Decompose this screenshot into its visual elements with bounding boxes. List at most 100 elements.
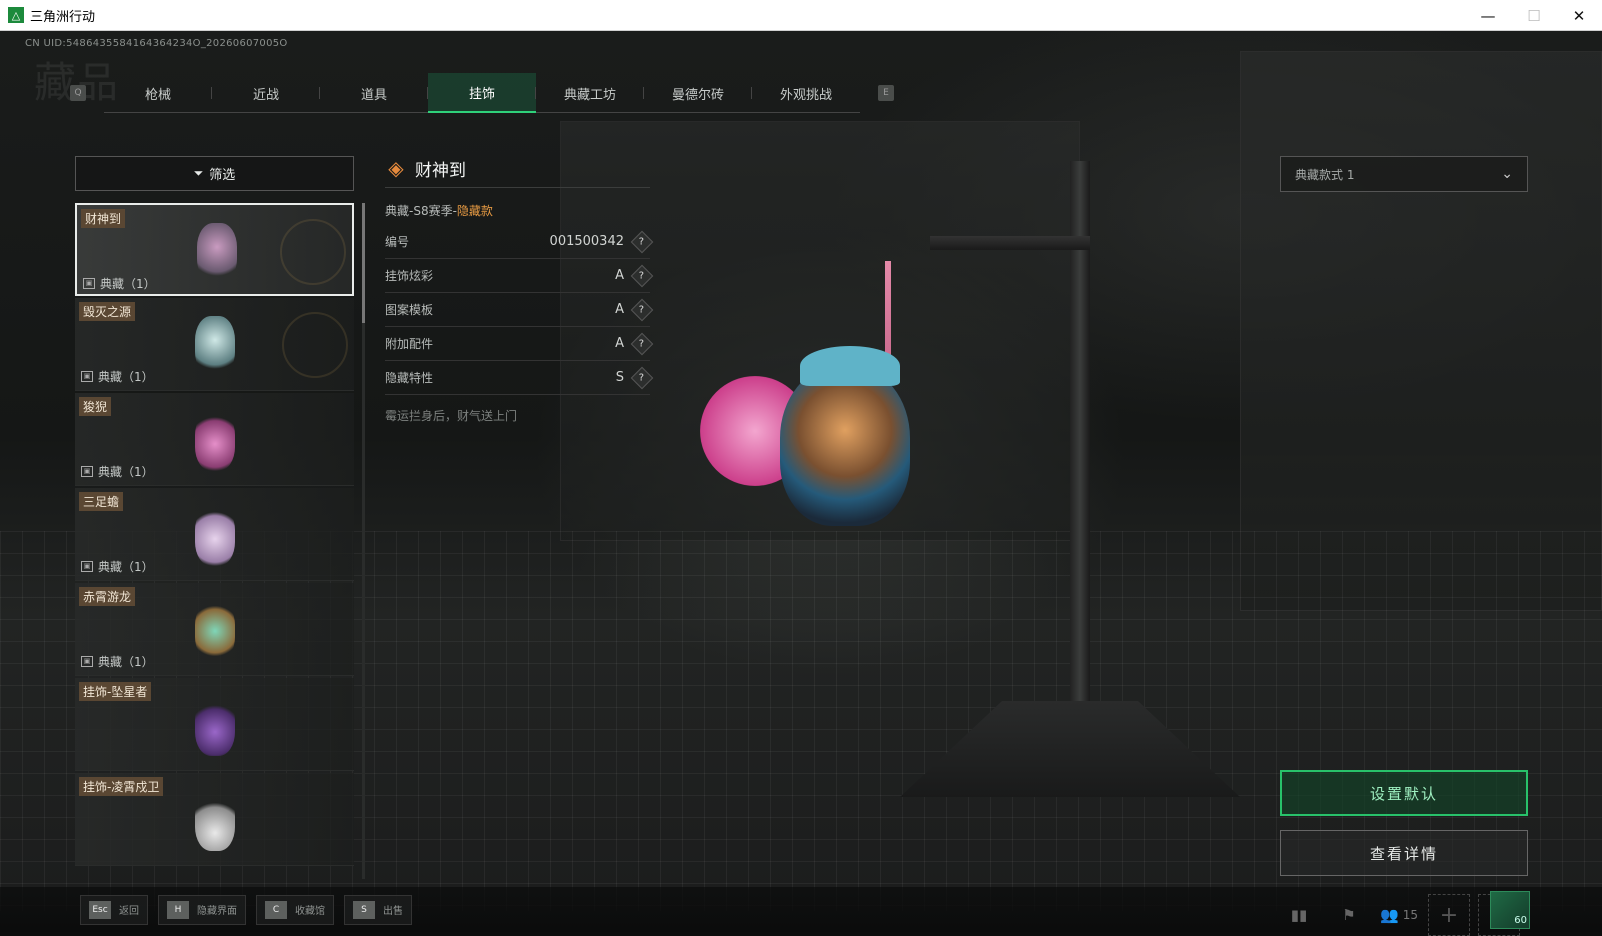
item-name: 狻猊 <box>79 397 112 416</box>
divider <box>385 187 650 188</box>
hint-label: 出售 <box>383 906 403 917</box>
item-thumbnail <box>195 506 235 566</box>
stat-value: A <box>615 268 624 283</box>
tab-guns[interactable]: 枪械 <box>104 73 212 113</box>
tab-row: 枪械 近战 道具 挂饰 典藏工坊 曼德尔砖 外观挑战 <box>104 73 860 113</box>
tab-appearance-challenge[interactable]: 外观挑战 <box>752 73 860 113</box>
item-tag-label: 典藏（1） <box>100 277 156 291</box>
stat-label: 隐藏特性 <box>385 371 434 385</box>
rarity-diamond-icon: ◈ <box>388 156 404 180</box>
uid-text: CN UID:5486435584164364234O_20260607005O <box>25 38 288 49</box>
detail-panel: ◈ 财神到 典藏-S8赛季-隐藏款 编号 001500342 ? 挂饰炫彩 A … <box>385 151 654 424</box>
item-emblem-icon <box>280 219 346 285</box>
avatar[interactable]: 60 <box>1490 891 1530 929</box>
stat-label: 编号 <box>385 235 410 249</box>
list-item[interactable]: 毁灭之源 ▣ 典藏（1） <box>75 298 354 391</box>
stat-value: 001500342 <box>549 234 624 249</box>
friends-icon[interactable]: 👥 15 <box>1378 900 1420 930</box>
minimize-button[interactable]: — <box>1465 0 1511 31</box>
list-item[interactable]: 赤霄游龙 ▣ 典藏（1） <box>75 583 354 676</box>
help-icon[interactable]: ? <box>630 230 654 253</box>
tab-next-key[interactable]: E <box>878 85 894 101</box>
window-title: 三角洲行动 <box>30 9 96 25</box>
hint-label: 收藏馆 <box>295 906 325 917</box>
list-item[interactable]: 三足蟾 ▣ 典藏（1） <box>75 488 354 581</box>
item-name: 赤霄游龙 <box>79 587 136 606</box>
detail-title: 财神到 <box>415 160 466 181</box>
stat-row: 图案模板 A ? <box>385 293 654 327</box>
tab-melee[interactable]: 近战 <box>212 73 320 113</box>
image-icon: ▣ <box>81 656 93 667</box>
tab-prev-key[interactable]: Q <box>70 85 86 101</box>
tab-items[interactable]: 道具 <box>320 73 428 113</box>
display-stand-arm <box>930 236 1090 250</box>
charm-hat <box>800 346 900 386</box>
hint-hide-ui[interactable]: H 隐藏界面 <box>158 894 246 925</box>
stat-value: S <box>615 370 624 385</box>
item-thumbnail <box>195 791 235 851</box>
item-tag-label: 典藏（1） <box>98 370 154 384</box>
tab-workshop[interactable]: 典藏工坊 <box>536 73 644 113</box>
stats-chart-icon[interactable]: ▮▮ <box>1278 900 1320 930</box>
game-window: △ 三角洲行动 — ☐ ✕ CN UID:5486435584164364234… <box>0 0 1602 936</box>
add-slot-button[interactable]: + <box>1428 894 1470 936</box>
system-icons: ▮▮ ⚑ 👥15 + + <box>1278 894 1520 936</box>
hint-collection[interactable]: C 收藏馆 <box>256 894 334 925</box>
stat-value: A <box>615 336 624 351</box>
variant-value: 典藏款式 1 <box>1295 167 1355 182</box>
item-name: 挂饰-坠星者 <box>79 682 152 701</box>
item-tag: ▣ 典藏（1） <box>81 463 154 480</box>
item-thumbnail <box>195 411 235 471</box>
charm-model[interactable] <box>690 316 930 596</box>
set-default-button[interactable]: 设置默认 <box>1280 770 1528 816</box>
item-thumbnail <box>197 223 237 283</box>
tab-mandel-brick[interactable]: 曼德尔砖 <box>644 73 752 113</box>
item-emblem-icon <box>282 312 348 378</box>
key-badge: H <box>167 900 189 919</box>
tab-charms[interactable]: 挂饰 <box>428 73 536 113</box>
stat-row: 隐藏特性 S ? <box>385 361 654 395</box>
close-button[interactable]: ✕ <box>1556 0 1602 31</box>
funnel-icon: ⏷ <box>193 166 204 180</box>
maximize-button[interactable]: ☐ <box>1511 0 1557 31</box>
item-tag-label: 典藏（1） <box>98 560 154 574</box>
player-level: 60 <box>1514 915 1527 926</box>
item-thumbnail <box>195 316 235 376</box>
detail-header: ◈ 财神到 <box>385 151 650 185</box>
help-icon[interactable]: ? <box>630 264 654 287</box>
background-crate <box>1240 51 1602 611</box>
list-item[interactable]: 财神到 ▣ 典藏（1） <box>75 203 354 296</box>
list-item[interactable]: 挂饰-凌霄戍卫 <box>75 773 354 866</box>
item-tag-label: 典藏（1） <box>98 465 154 479</box>
variant-dropdown[interactable]: 典藏款式 1 ⌄ <box>1280 156 1528 192</box>
season-label: 典藏-S8赛季- <box>385 204 457 218</box>
help-icon[interactable]: ? <box>630 366 654 389</box>
hint-back[interactable]: Esc 返回 <box>80 894 148 925</box>
friends-count: 15 <box>1402 908 1418 922</box>
scroll-thumb[interactable] <box>362 203 365 323</box>
list-item[interactable]: 挂饰-坠星者 <box>75 678 354 771</box>
detail-description: 霉运拦身后，财气送上门 <box>385 409 518 423</box>
key-badge: Esc <box>89 900 111 919</box>
help-icon[interactable]: ? <box>630 332 654 355</box>
item-name: 三足蟾 <box>79 492 124 511</box>
category-tabs: Q 枪械 近战 道具 挂饰 典藏工坊 曼德尔砖 外观挑战 E <box>70 73 894 113</box>
filter-button[interactable]: ⏷ 筛选 <box>75 156 354 191</box>
item-thumbnail <box>195 696 235 756</box>
item-tag: ▣ 典藏（1） <box>83 275 156 292</box>
help-icon[interactable]: ? <box>630 298 654 321</box>
view-details-button[interactable]: 查看详情 <box>1280 830 1528 876</box>
hint-sell[interactable]: S 出售 <box>344 894 412 925</box>
stat-label: 图案模板 <box>385 303 434 317</box>
item-tag: ▣ 典藏（1） <box>81 558 154 575</box>
stat-label: 挂饰炫彩 <box>385 269 434 283</box>
list-item[interactable]: 狻猊 ▣ 典藏（1） <box>75 393 354 486</box>
hint-label: 返回 <box>119 906 139 917</box>
flag-icon[interactable]: ⚑ <box>1328 900 1370 930</box>
stat-value: A <box>615 302 624 317</box>
charm-figure <box>780 366 910 526</box>
bottom-bar: Esc 返回 H 隐藏界面 C 收藏馆 S 出售 ▮▮ ⚑ 👥15 + + 60 <box>0 887 1602 936</box>
image-icon: ▣ <box>81 466 93 477</box>
list-scrollbar[interactable] <box>362 203 365 879</box>
item-tag-label: 典藏（1） <box>98 655 154 669</box>
